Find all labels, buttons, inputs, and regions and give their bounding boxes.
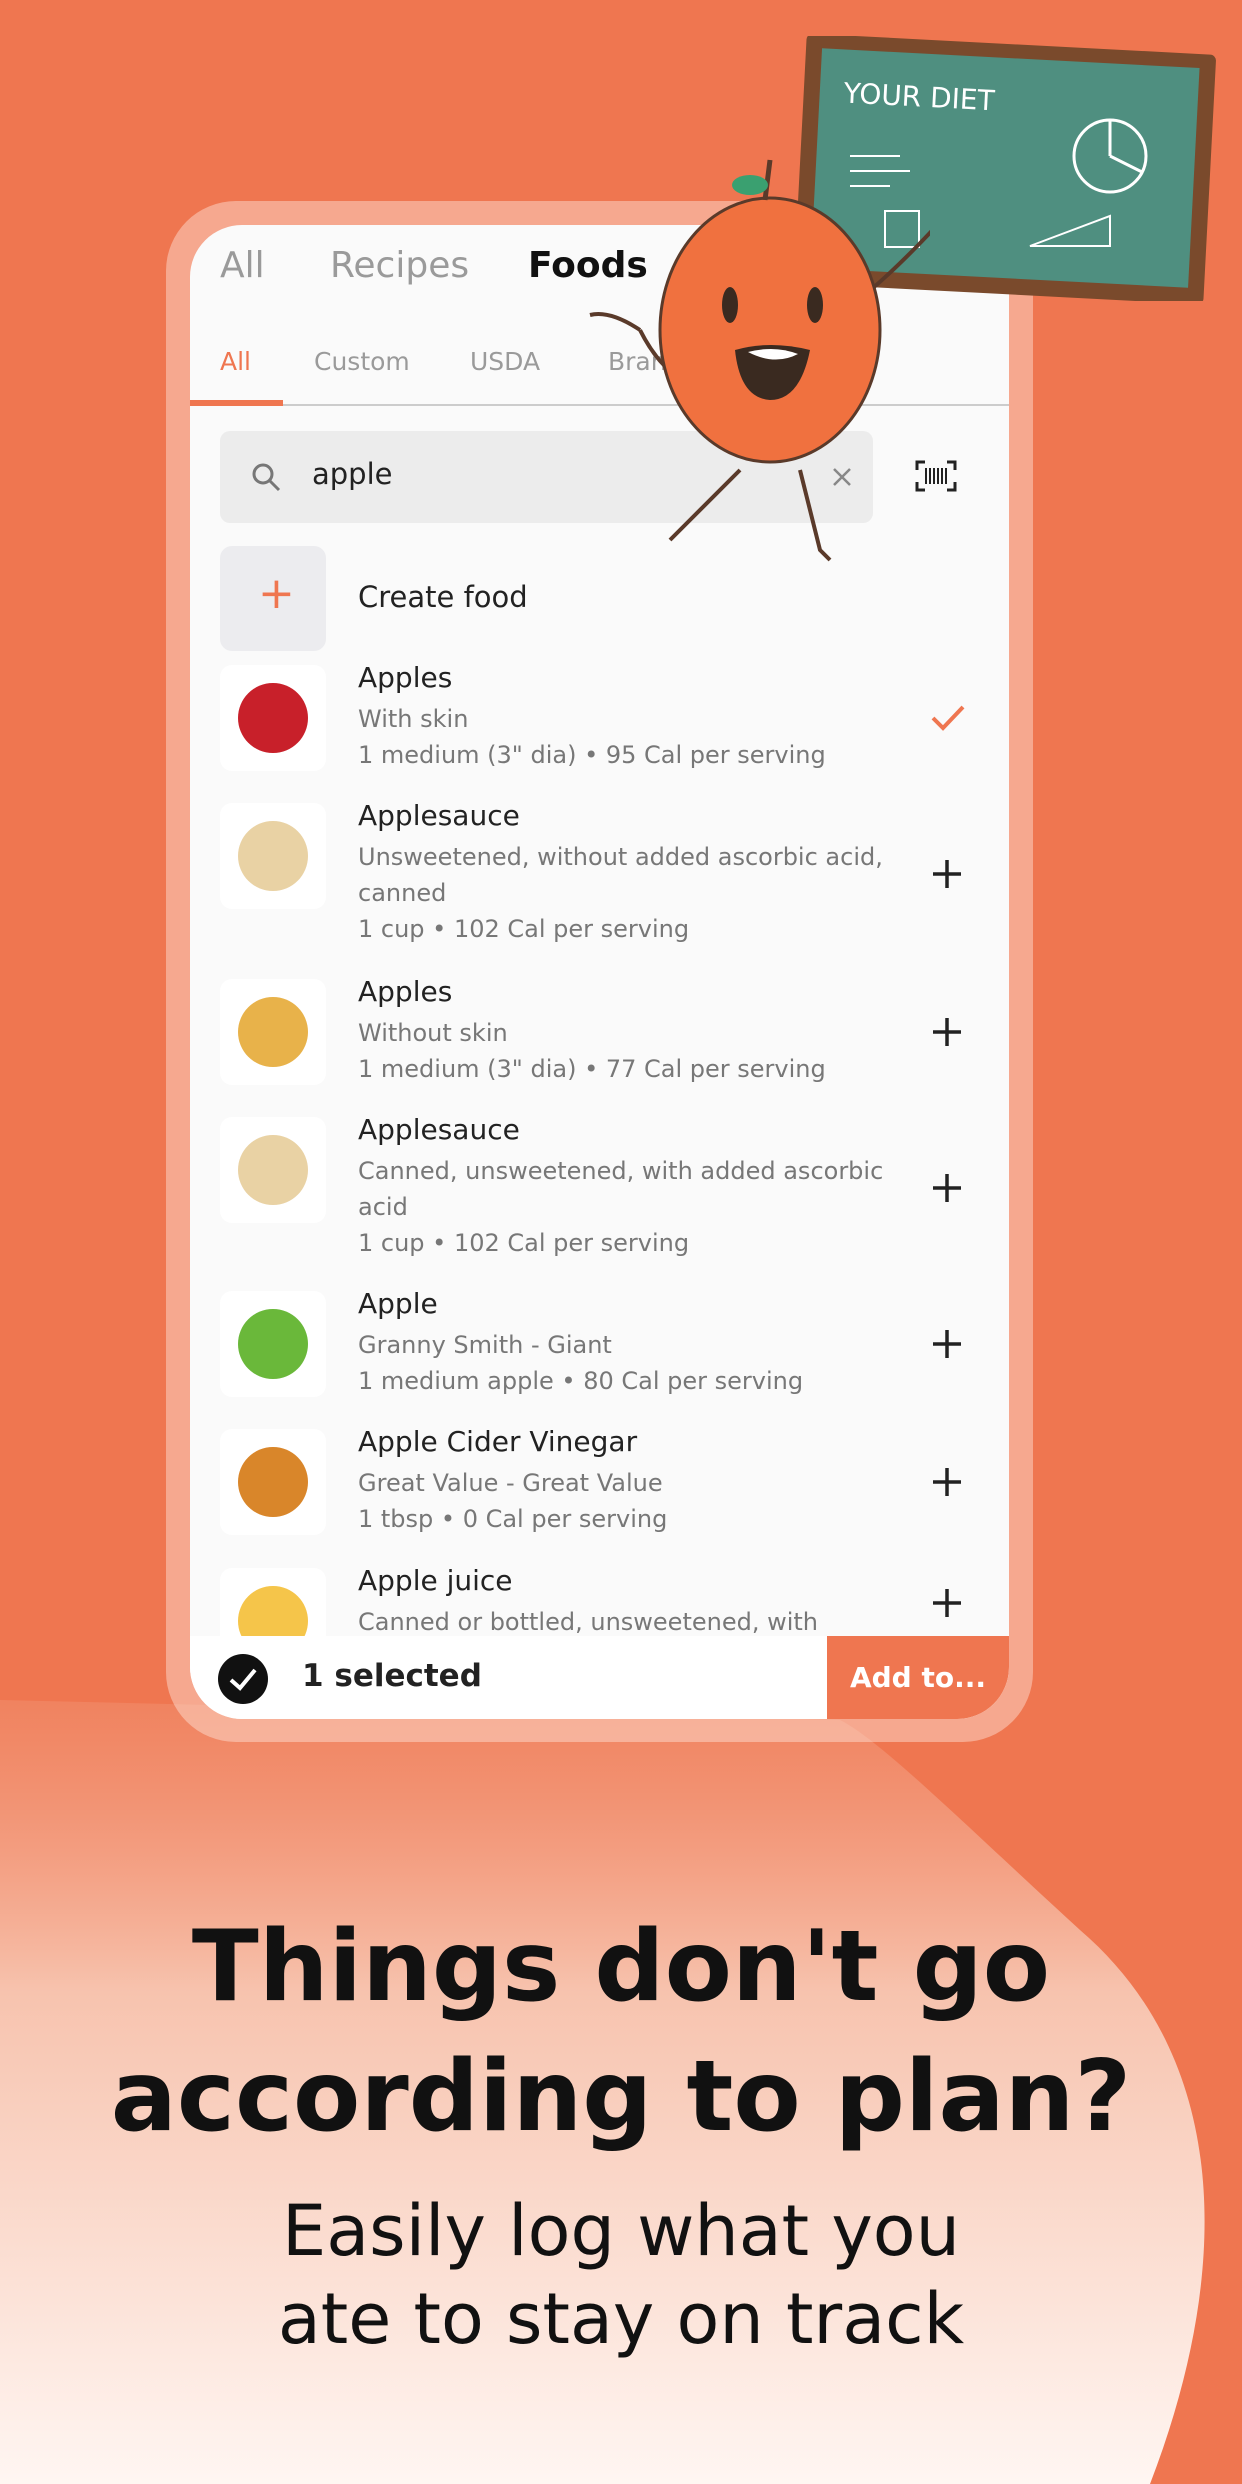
plus-icon[interactable] (932, 1329, 962, 1359)
food-detail: acid (358, 1193, 408, 1221)
create-food-button[interactable]: + (220, 546, 326, 651)
selected-count: 1 selected (302, 1658, 482, 1694)
search-value: apple (312, 457, 393, 491)
food-thumbnail (220, 979, 326, 1085)
food-title: Apples (358, 975, 453, 1008)
plus-icon[interactable] (932, 1173, 962, 1203)
subtab-all[interactable]: All (220, 347, 251, 376)
active-tab-indicator (190, 400, 283, 406)
food-detail: canned (358, 879, 447, 907)
bottom-selection-bar: 1 selected Add to... (190, 1636, 1009, 1719)
food-detail: Unsweetened, without added ascorbic acid… (358, 843, 883, 871)
headline-line-1: Things don't go (191, 1910, 1051, 2024)
food-detail: 1 cup • 102 Cal per serving (358, 915, 690, 943)
subheadline-line-1: Easily log what you (282, 2190, 960, 2272)
subheadline-line-2: ate to stay on track (277, 2278, 965, 2360)
food-detail: 1 medium apple • 80 Cal per serving (358, 1367, 804, 1395)
plus-icon: + (258, 568, 295, 619)
food-title: Apples (358, 661, 453, 694)
food-thumbnail (220, 1429, 326, 1535)
food-detail: Granny Smith - Giant (358, 1331, 612, 1359)
food-detail: Without skin (358, 1019, 508, 1047)
check-circle-icon[interactable] (218, 1654, 268, 1704)
food-detail: Canned, unsweetened, with added ascorbic (358, 1157, 884, 1185)
check-icon[interactable] (930, 703, 966, 733)
plus-icon[interactable] (932, 1467, 962, 1497)
food-title: Applesauce (358, 1113, 520, 1146)
headline-line-2: according to plan? (110, 2040, 1132, 2154)
food-thumbnail (220, 1291, 326, 1397)
food-thumbnail (220, 803, 326, 909)
add-to-button[interactable]: Add to... (827, 1636, 1009, 1719)
plus-icon[interactable] (932, 859, 962, 889)
food-title: Apple juice (358, 1564, 513, 1597)
food-detail: 1 cup • 102 Cal per serving (358, 1229, 690, 1257)
plus-icon[interactable] (932, 1017, 962, 1047)
orange-mascot-illustration (589, 159, 930, 562)
food-title: Apple (358, 1287, 438, 1320)
search-icon (252, 463, 281, 492)
food-detail: With skin (358, 705, 469, 733)
food-title: Apple Cider Vinegar (358, 1425, 638, 1458)
plus-icon[interactable] (932, 1588, 962, 1618)
food-thumbnail (220, 1117, 326, 1223)
food-thumbnail (220, 665, 326, 771)
food-detail: 1 medium (3" dia) • 77 Cal per serving (358, 1055, 826, 1083)
food-title: Applesauce (358, 799, 520, 832)
food-detail: 1 medium (3" dia) • 95 Cal per serving (358, 741, 826, 769)
subtab-usda[interactable]: USDA (470, 347, 540, 376)
subtab-custom[interactable]: Custom (314, 347, 410, 376)
food-detail: Great Value - Great Value (358, 1469, 663, 1497)
tab-all[interactable]: All (220, 245, 265, 286)
food-detail: 1 tbsp • 0 Cal per serving (358, 1505, 668, 1533)
tab-recipes[interactable]: Recipes (330, 245, 469, 286)
create-food-label[interactable]: Create food (358, 580, 528, 614)
